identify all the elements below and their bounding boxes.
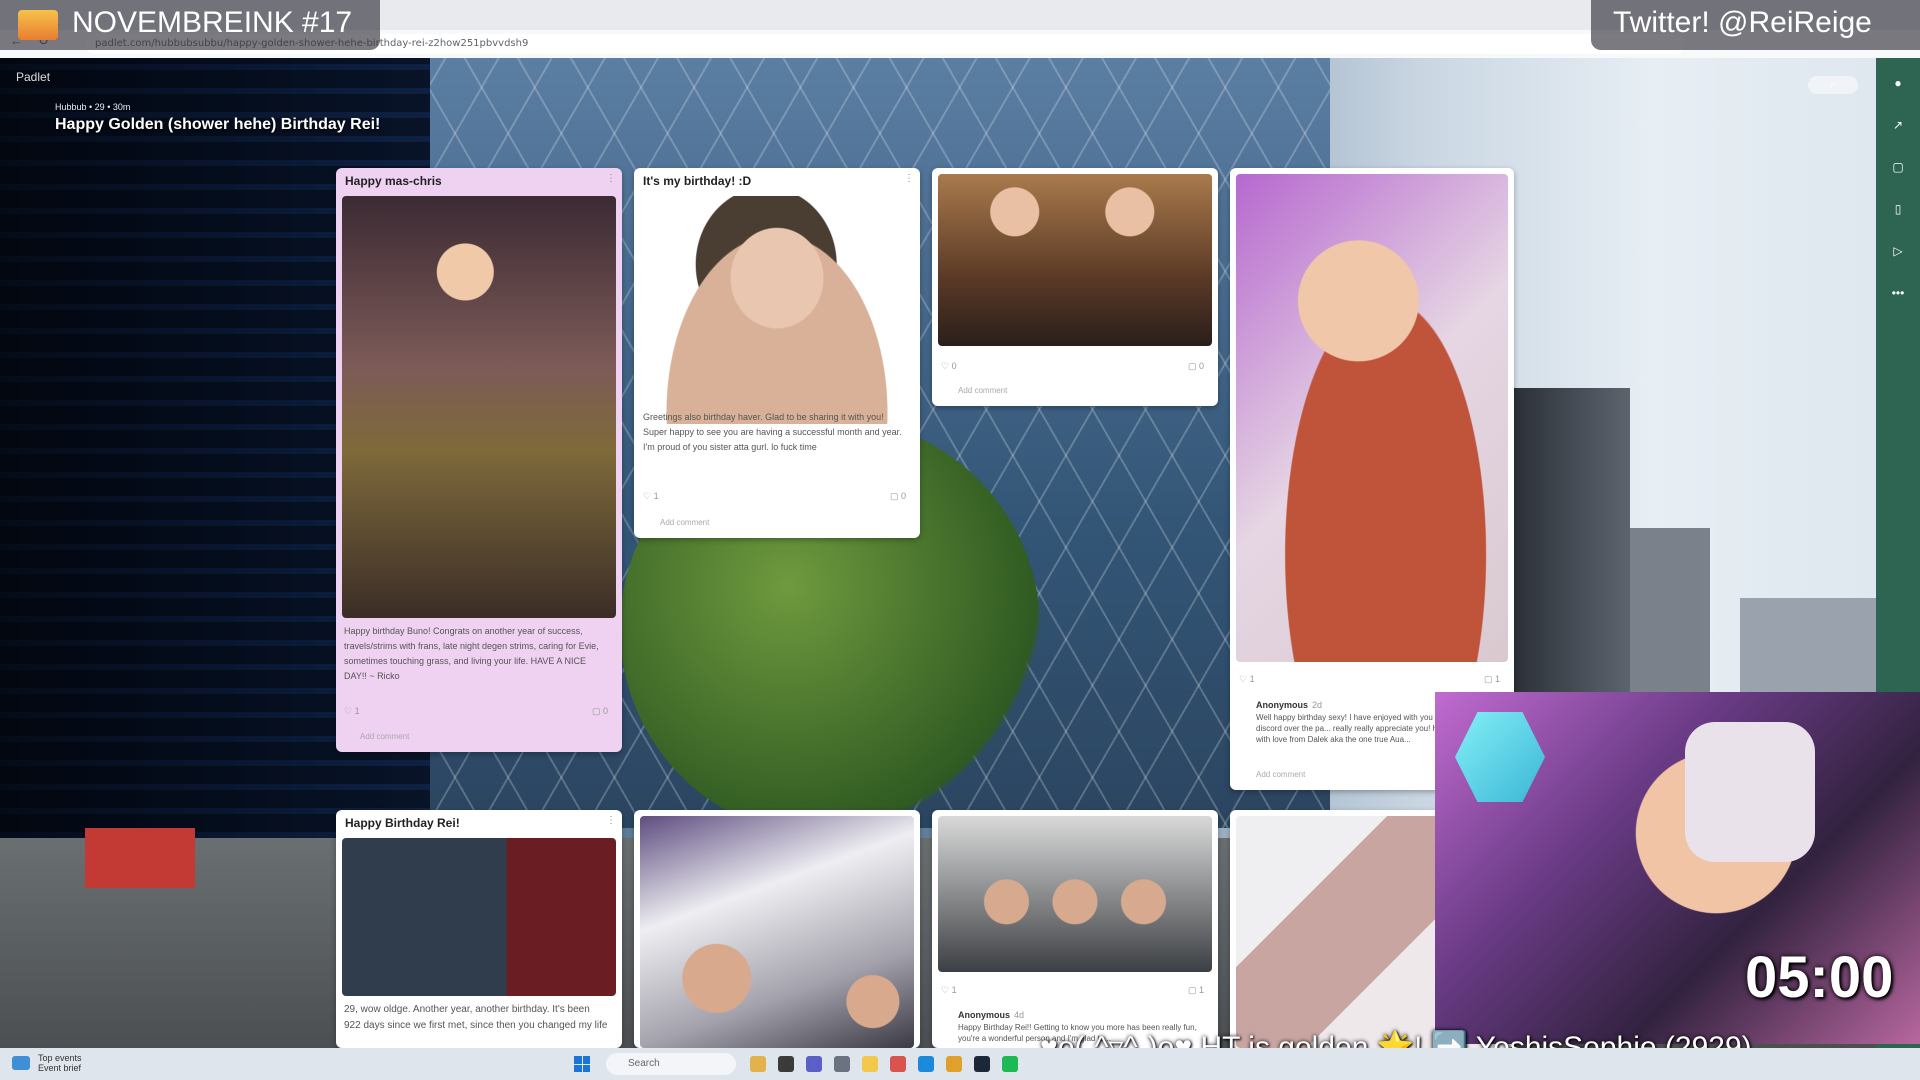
like-count[interactable]: ♡ 1	[643, 491, 659, 502]
widgets-icon[interactable]	[12, 1056, 30, 1070]
post-title: Happy mas-chris	[345, 174, 442, 188]
steam-icon[interactable]	[974, 1056, 990, 1072]
post-photo[interactable]	[640, 816, 914, 1048]
board-title: Happy Golden (shower hehe) Birthday Rei!	[55, 116, 381, 133]
comment-time: 4d	[1014, 1010, 1025, 1020]
padlet-logo[interactable]: Padlet	[16, 70, 50, 84]
comment-count[interactable]: ▢ 1	[1188, 985, 1204, 996]
stream-title: NOVEMBREINK #17	[72, 6, 353, 39]
post-photo[interactable]	[342, 196, 616, 618]
comment-count-value: 0	[1199, 361, 1205, 371]
twitter-handle: Twitter! @ReiReige	[1613, 6, 1872, 39]
post-photo[interactable]	[642, 196, 912, 424]
countdown-timer: 05:00	[1745, 945, 1894, 1010]
post-title: It's my birthday! :D	[643, 174, 752, 188]
add-comment-field[interactable]: Add comment	[958, 386, 1007, 395]
comment-count-value: 1	[1495, 674, 1501, 684]
post-body: Happy birthday Buno! Congrats on another…	[344, 626, 599, 681]
add-comment-field[interactable]: Add comment	[660, 518, 709, 527]
post-photo[interactable]	[938, 816, 1212, 972]
add-comment-field[interactable]: Add comment	[1256, 770, 1305, 779]
play-icon[interactable]: ▷	[1876, 244, 1920, 258]
kebab-menu-icon[interactable]: ⋮	[904, 173, 914, 184]
widgets-label[interactable]: Top events Event brief	[38, 1053, 82, 1073]
like-count-value: 1	[1249, 674, 1255, 684]
post-photo[interactable]	[342, 838, 616, 996]
like-count-value: 0	[951, 361, 957, 371]
like-count-value: 1	[951, 985, 957, 995]
cake-icon	[18, 10, 58, 40]
search-icon[interactable]: ⌕	[1808, 76, 1858, 94]
comment-count[interactable]: ▢ 0	[890, 491, 906, 502]
share-icon[interactable]: ↗	[1876, 118, 1920, 132]
post-title: Happy Birthday Rei!	[345, 816, 460, 830]
like-count[interactable]: ♡ 1	[941, 985, 957, 996]
app-icon[interactable]	[890, 1056, 906, 1072]
folder-icon[interactable]	[862, 1056, 878, 1072]
settings-icon[interactable]	[834, 1056, 850, 1072]
comment-count[interactable]: ▢ 0	[592, 706, 608, 717]
windows-taskbar: Top events Event brief Search	[0, 1048, 1920, 1080]
heart-icon[interactable]: ♡	[941, 985, 949, 995]
start-icon[interactable]	[574, 1056, 590, 1072]
comment-count-value: 0	[901, 491, 907, 501]
post-body: Greetings also birthday haver. Glad to b…	[643, 412, 902, 452]
post-card[interactable]: Happy Birthday Rei! ⋮ 29, wow oldge. Ano…	[336, 810, 622, 1048]
post-card[interactable]: ⋮ ♡ 0 ▢ 0 Add comment	[932, 168, 1218, 406]
like-count[interactable]: ♡ 1	[344, 706, 360, 717]
post-card[interactable]: ⋮ ♡ 1 ▢ 1 Anonymous 4d Happy Birthday Re…	[932, 810, 1218, 1048]
post-photo[interactable]	[938, 174, 1212, 346]
comment-icon: ▢	[1188, 361, 1197, 371]
like-count[interactable]: ♡ 0	[941, 361, 957, 372]
post-body: 29, wow oldge. Another year, another bir…	[344, 1004, 608, 1031]
comment-time: 2d	[1312, 700, 1323, 710]
post-card[interactable]: ⋮	[634, 810, 920, 1048]
bell-icon[interactable]: ▯	[1876, 202, 1920, 216]
add-comment-field[interactable]: Add comment	[360, 732, 409, 741]
comment-icon: ▢	[890, 491, 899, 501]
remake-icon[interactable]: ▢	[1876, 160, 1920, 174]
stream-title-overlay: NOVEMBREINK #17	[0, 0, 380, 50]
board-meta: Hubbub • 29 • 30m	[55, 102, 131, 112]
comment-icon: ▢	[1188, 985, 1197, 995]
taskbar-search[interactable]: Search	[606, 1053, 736, 1075]
widgets-subtitle: Event brief	[38, 1063, 82, 1073]
comment-count-value: 1	[1199, 985, 1205, 995]
chair-decoration	[1685, 722, 1815, 862]
app-icon[interactable]	[1002, 1056, 1018, 1072]
like-count-value: 1	[653, 491, 659, 501]
heart-icon[interactable]: ♡	[941, 361, 949, 371]
post-card[interactable]: Happy mas-chris ⋮ Happy birthday Buno! C…	[336, 168, 622, 752]
comment-author: Anonymous	[958, 1010, 1011, 1020]
like-count[interactable]: ♡ 1	[1239, 674, 1255, 685]
like-count-value: 1	[354, 706, 360, 716]
post-card[interactable]: It's my birthday! :D ⋮ Greetings also bi…	[634, 168, 920, 538]
comment-icon: ▢	[1484, 674, 1493, 684]
app-icon[interactable]	[778, 1056, 794, 1072]
comment-count[interactable]: ▢ 0	[1188, 361, 1204, 372]
post-photo[interactable]	[1236, 174, 1508, 662]
teams-icon[interactable]	[806, 1056, 822, 1072]
comment-count[interactable]: ▢ 1	[1484, 674, 1500, 685]
kebab-menu-icon[interactable]: ⋮	[606, 173, 616, 184]
kebab-menu-icon[interactable]: ⋮	[606, 815, 616, 826]
twitter-overlay: Twitter! @ReiReige	[1591, 0, 1920, 50]
comment-author: Anonymous	[1256, 700, 1309, 710]
heart-icon[interactable]: ♡	[1239, 674, 1247, 684]
edge-icon[interactable]	[918, 1056, 934, 1072]
comment-count-value: 0	[603, 706, 609, 716]
red-sign	[85, 828, 195, 888]
more-icon[interactable]: •••	[1876, 286, 1920, 300]
avatar-icon[interactable]: ●	[1876, 76, 1920, 90]
heart-icon[interactable]: ♡	[643, 491, 651, 501]
widgets-title: Top events	[38, 1053, 82, 1063]
app-icon[interactable]	[750, 1056, 766, 1072]
chrome-icon[interactable]	[946, 1056, 962, 1072]
hex-light-decoration	[1455, 712, 1545, 802]
heart-icon[interactable]: ♡	[344, 706, 352, 716]
comment-icon: ▢	[592, 706, 601, 716]
